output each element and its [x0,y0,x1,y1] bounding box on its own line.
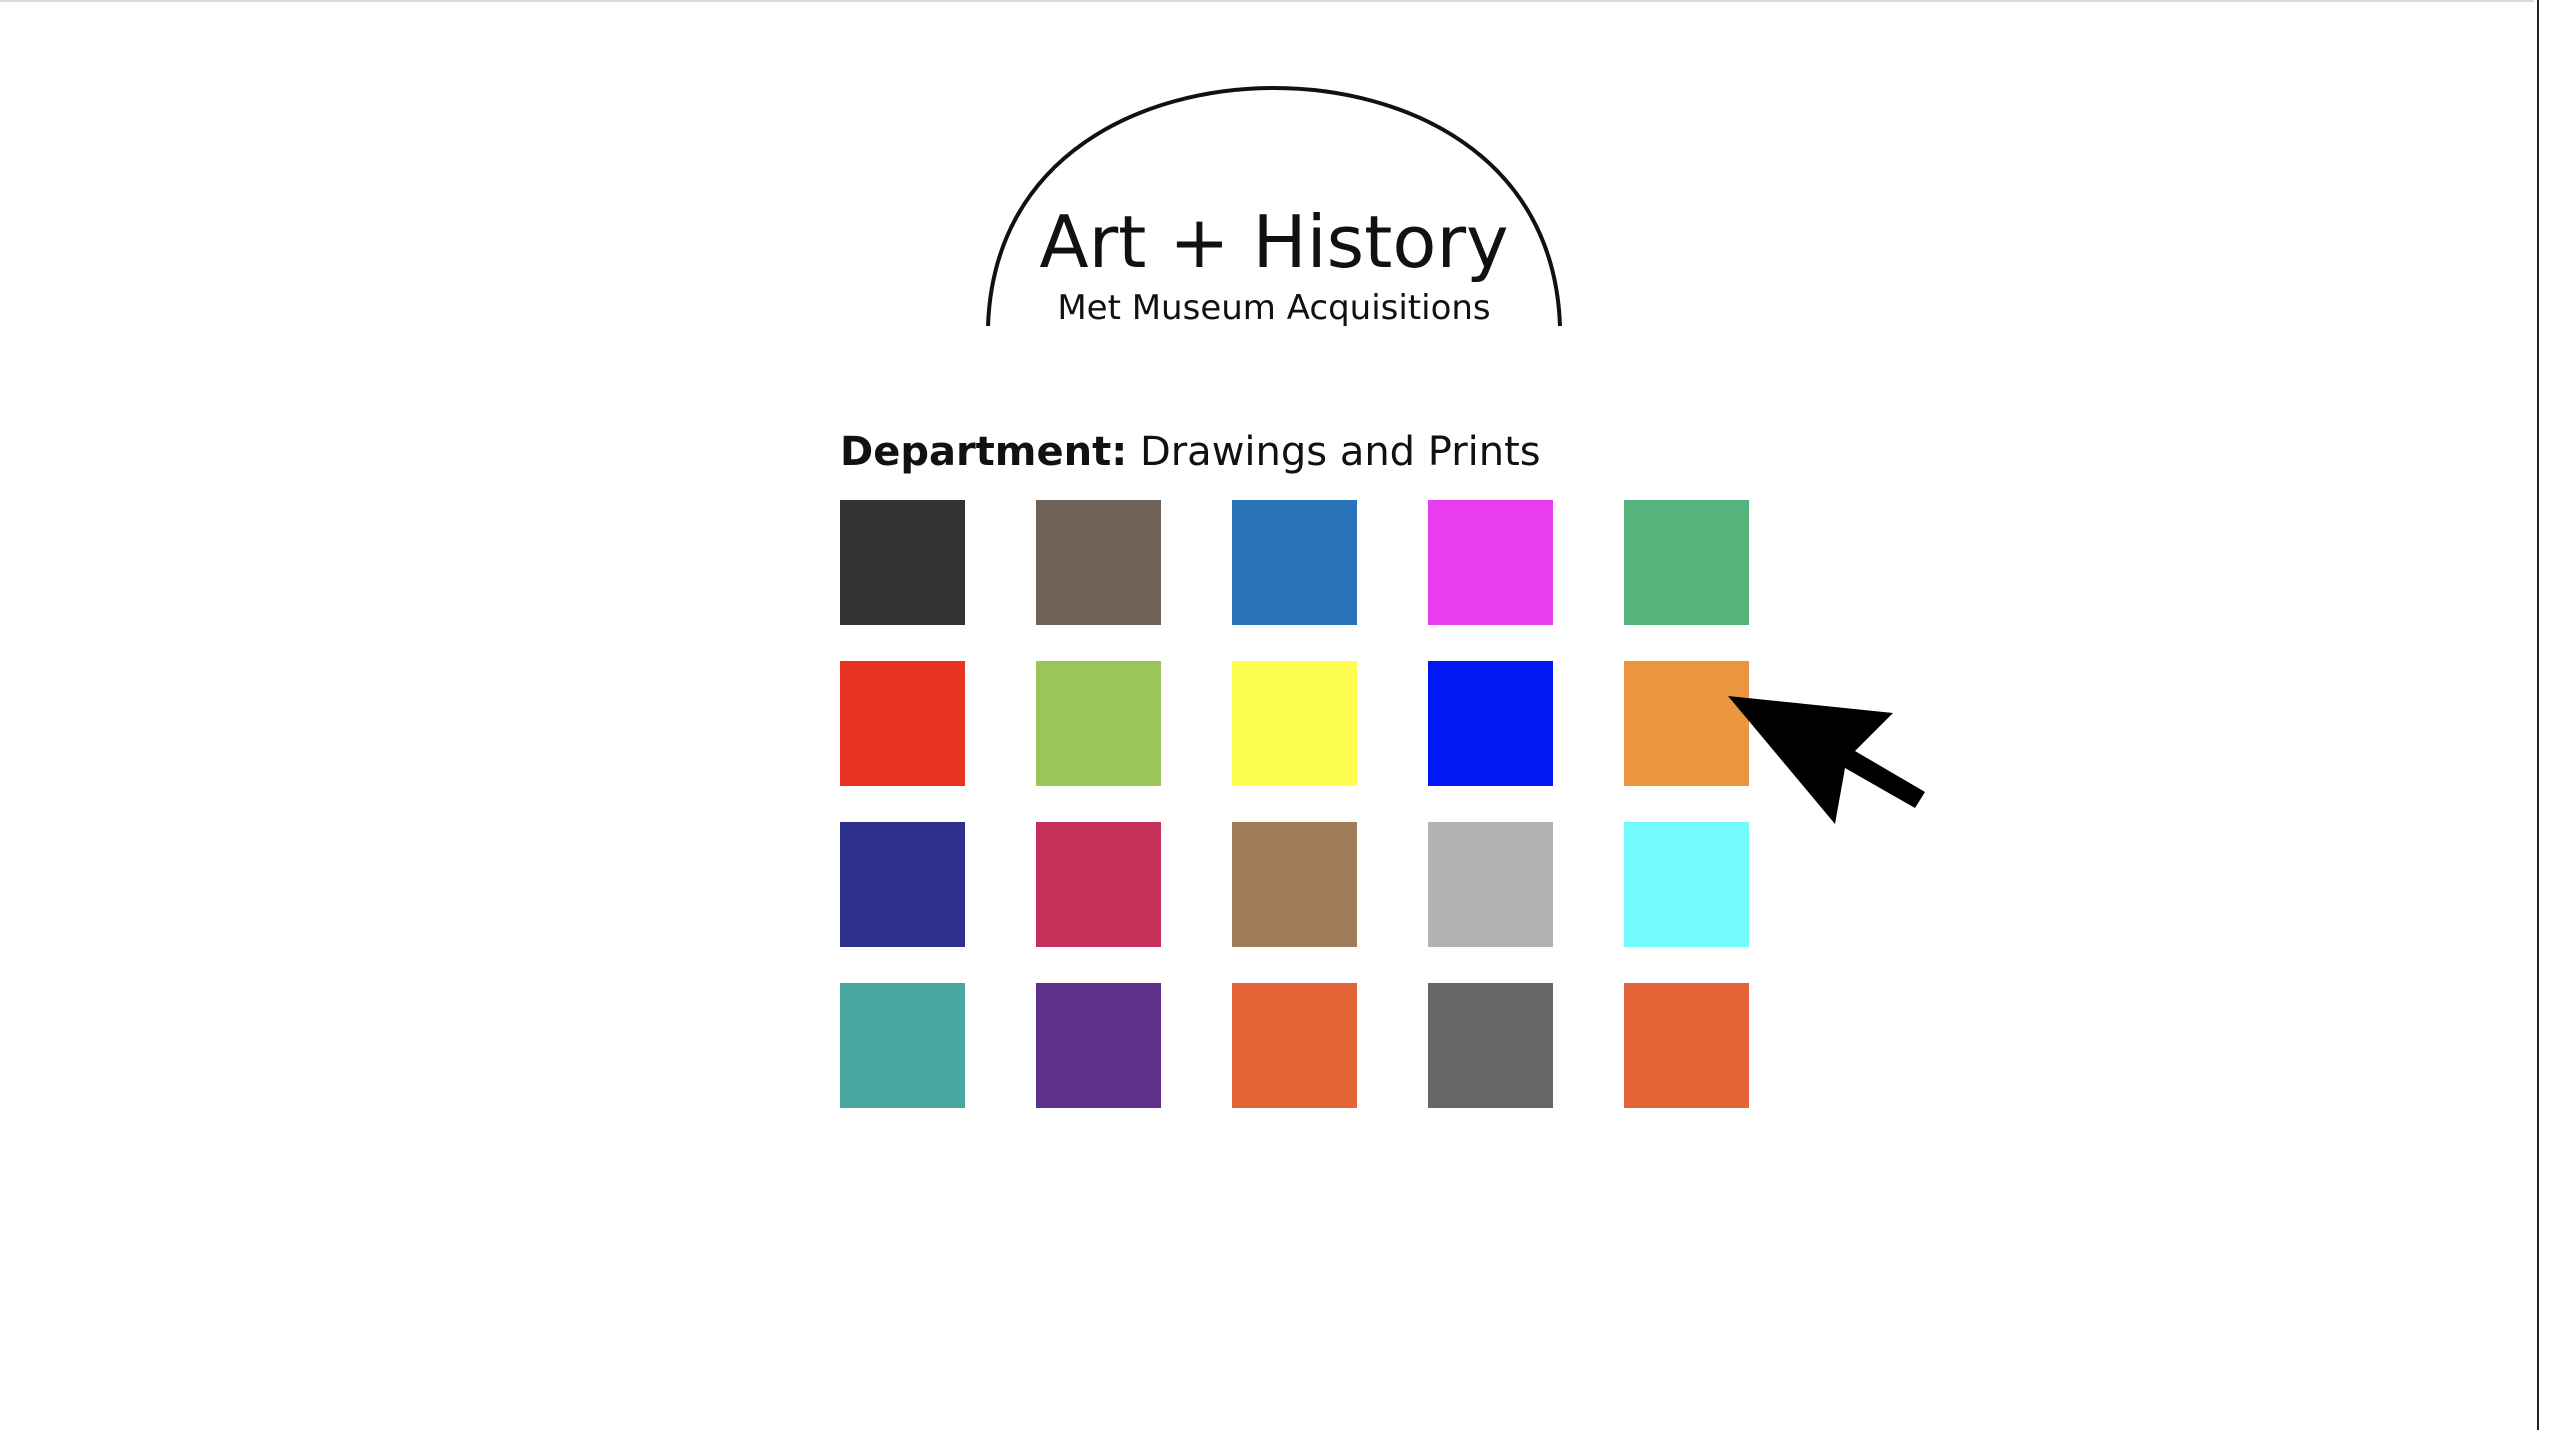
color-swatch[interactable] [1624,500,1749,625]
color-swatch[interactable] [1624,661,1749,786]
scrollbar[interactable] [2534,0,2552,1430]
color-swatch[interactable] [1232,661,1357,786]
department-label: Department: [840,429,1128,475]
color-swatch[interactable] [1036,983,1161,1108]
color-swatch[interactable] [1428,500,1553,625]
color-swatch[interactable] [1232,500,1357,625]
site-title[interactable]: Art + History [984,200,1564,284]
color-swatch[interactable] [1036,500,1161,625]
site-subtitle: Met Museum Acquisitions [1057,288,1491,328]
color-swatch[interactable] [1036,822,1161,947]
department-heading: Department: Drawings and Prints [840,424,1541,480]
scrollbar-track [2537,0,2539,1430]
department-value: Drawings and Prints [1139,429,1541,475]
page: Art + History Met Museum Acquisitions De… [0,0,2552,1430]
color-swatch[interactable] [1232,983,1357,1108]
color-swatch[interactable] [840,822,965,947]
color-swatch[interactable] [840,983,965,1108]
top-divider [0,0,2552,2]
color-swatch[interactable] [1428,983,1553,1108]
color-swatch[interactable] [1036,661,1161,786]
color-swatch[interactable] [840,661,965,786]
arrow-cursor-icon [1728,696,1925,824]
color-swatch-grid [840,500,1750,1110]
color-swatch[interactable] [1624,822,1749,947]
color-swatch[interactable] [1232,822,1357,947]
color-swatch[interactable] [840,500,965,625]
color-swatch[interactable] [1428,661,1553,786]
color-swatch[interactable] [1624,983,1749,1108]
color-swatch[interactable] [1428,822,1553,947]
